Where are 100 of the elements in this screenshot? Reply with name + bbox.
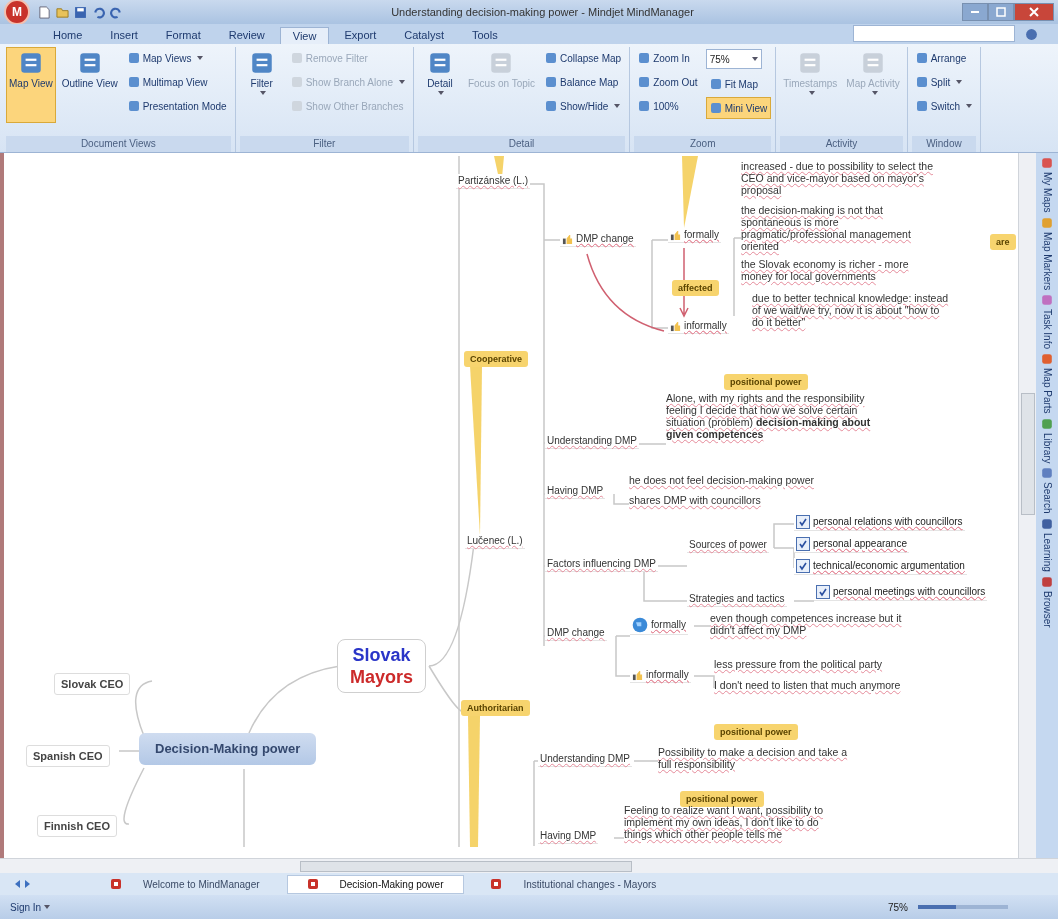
panel-icon — [1041, 352, 1053, 365]
checkbox[interactable] — [796, 537, 810, 551]
callout-label[interactable]: Authoritarian — [461, 700, 530, 716]
topic-node[interactable]: Strategies and tactics — [687, 592, 787, 607]
checkbox[interactable] — [796, 515, 810, 529]
note-text: Feeling to realize want I want, possibility to implement my own ideas, I don't like to do things which other people tells me — [624, 804, 824, 840]
caret-icon — [44, 905, 51, 909]
ribbon-button[interactable]: Outline View — [58, 47, 121, 123]
topic-node[interactable]: Partizánske (L.) — [456, 174, 531, 189]
note-text: the decision-making is not that spontaneous is more pragmatic/professional management oriented — [741, 204, 912, 252]
tool-icon — [709, 102, 722, 114]
tool-icon — [290, 52, 303, 64]
ribbon-button[interactable]: Mini View — [705, 97, 772, 119]
note-text: less pressure from the political party — [714, 658, 883, 670]
ribbon-button[interactable]: Switch — [911, 95, 977, 117]
ribbon-tab[interactable]: Home — [40, 26, 96, 44]
panel-icon — [1041, 216, 1053, 229]
group-label: Zoom — [634, 136, 772, 152]
new-file-icon[interactable] — [38, 5, 51, 19]
ribbon-button[interactable]: Detail — [417, 47, 462, 123]
panel-tab[interactable]: Map Parts — [1041, 352, 1053, 414]
panel-tab[interactable]: Map Markers — [1041, 216, 1053, 290]
note-text: increased - due to possibility to select the CEO and vice-mayor based on mayor's proposal — [741, 160, 935, 196]
branch-topic[interactable]: Spanish CEO — [26, 745, 110, 767]
topic-node[interactable]: DMP change — [545, 626, 607, 641]
app-logo[interactable]: M — [4, 0, 30, 25]
ribbon-button[interactable]: Zoom Out — [634, 71, 702, 93]
tool-icon — [545, 52, 557, 64]
panel-tab[interactable]: Browser — [1041, 575, 1053, 628]
branch-topic[interactable]: Finnish CEO — [37, 815, 117, 837]
group-label: Activity — [780, 136, 903, 152]
central-topic[interactable]: Decision-Making power — [139, 733, 317, 765]
topic-node[interactable]: Having DMP — [545, 484, 606, 499]
undo-icon[interactable] — [92, 5, 105, 19]
horizontal-scrollbar[interactable] — [0, 858, 1058, 873]
ribbon-tab[interactable]: Export — [331, 26, 390, 44]
minimize-button[interactable] — [962, 3, 988, 21]
ribbon-button[interactable]: Filter — [239, 47, 284, 123]
ribbon-button[interactable]: Show/Hide — [541, 95, 626, 117]
ribbon-button[interactable]: 100% — [634, 95, 702, 117]
checkbox[interactable] — [816, 585, 830, 599]
zoom-slider[interactable] — [918, 905, 1008, 909]
redo-icon[interactable] — [110, 5, 123, 19]
tool-icon — [709, 78, 722, 90]
help-icon[interactable] — [1025, 28, 1038, 41]
topic-node[interactable]: Understanding DMP — [538, 752, 633, 767]
vertical-scrollbar[interactable] — [1018, 153, 1036, 858]
ribbon-tab[interactable]: View — [279, 27, 330, 44]
checkbox[interactable] — [796, 559, 810, 573]
panel-tab[interactable]: Library — [1041, 417, 1053, 464]
tool-icon — [127, 76, 140, 88]
callout-label[interactable]: positional power — [680, 791, 764, 807]
note-text: even though competences increase but it didn't affect my DMP — [710, 612, 903, 636]
ribbon-button[interactable]: Balance Map — [541, 71, 626, 93]
topic-node[interactable]: Lučenec (L.) — [465, 534, 525, 549]
ribbon-button[interactable]: Collapse Map — [541, 47, 626, 69]
ribbon-button[interactable]: Map Views — [123, 47, 231, 69]
search-field[interactable] — [853, 25, 1015, 42]
branch-topic[interactable]: Slovak CEO — [54, 673, 131, 695]
callout-label[interactable]: Cooperative — [464, 351, 528, 367]
ribbon-button[interactable]: Zoom In — [634, 47, 702, 69]
ribbon-button[interactable]: Split — [911, 71, 977, 93]
maximize-button[interactable] — [988, 3, 1014, 21]
ribbon-tab[interactable]: Format — [152, 26, 214, 44]
panel-icon — [1041, 293, 1053, 306]
topic-node[interactable]: Having DMP — [538, 829, 599, 844]
note-text: shares DMP with councillors — [629, 494, 761, 506]
panel-tab[interactable]: Search — [1041, 467, 1053, 514]
ribbon-button[interactable]: Fit Map — [705, 73, 772, 95]
callout-label[interactable]: positional power — [714, 724, 798, 740]
folder-icon[interactable] — [56, 5, 69, 19]
tool-icon — [290, 100, 303, 112]
document-tab[interactable]: Decision-Making power — [286, 874, 465, 894]
panel-tab[interactable]: Learning — [1041, 517, 1053, 572]
save-icon[interactable] — [74, 5, 87, 19]
ribbon-tab[interactable]: Insert — [97, 26, 151, 44]
sign-in-button[interactable]: Sign In — [10, 901, 51, 913]
topic-node[interactable]: Sources of power — [687, 538, 769, 553]
topic-node[interactable]: Understanding DMP — [545, 434, 640, 449]
panel-tab[interactable]: My Maps — [1041, 157, 1053, 213]
tool-icon — [545, 76, 557, 88]
panel-tab[interactable]: Task Info — [1041, 293, 1053, 349]
note-text: he does not feel decision-making power — [629, 474, 815, 486]
ribbon-button[interactable]: Arrange — [911, 47, 977, 69]
document-tab[interactable]: Institutional changes - Mayors — [470, 874, 678, 894]
ribbon-button[interactable]: Multimap View — [123, 71, 231, 93]
tool-icon — [915, 100, 928, 112]
callout-label[interactable]: positional power — [724, 374, 808, 390]
close-button[interactable] — [1014, 3, 1054, 21]
topic-node[interactable]: Factors influencing DMP — [545, 557, 658, 572]
tool-icon — [638, 76, 651, 88]
main-topic[interactable]: Slovak Mayors — [337, 639, 427, 693]
ribbon-button[interactable]: Map View — [6, 47, 56, 123]
callout-label[interactable]: affected — [672, 280, 719, 296]
ribbon-button[interactable]: Presentation Mode — [123, 95, 231, 117]
ribbon-tab[interactable]: Review — [215, 26, 278, 44]
callout-label[interactable]: are — [990, 234, 1016, 250]
ribbon-tab[interactable]: Catalyst — [391, 26, 457, 44]
ribbon-tab[interactable]: Tools — [459, 26, 511, 44]
document-tab[interactable]: Welcome to MindManager — [90, 874, 281, 894]
